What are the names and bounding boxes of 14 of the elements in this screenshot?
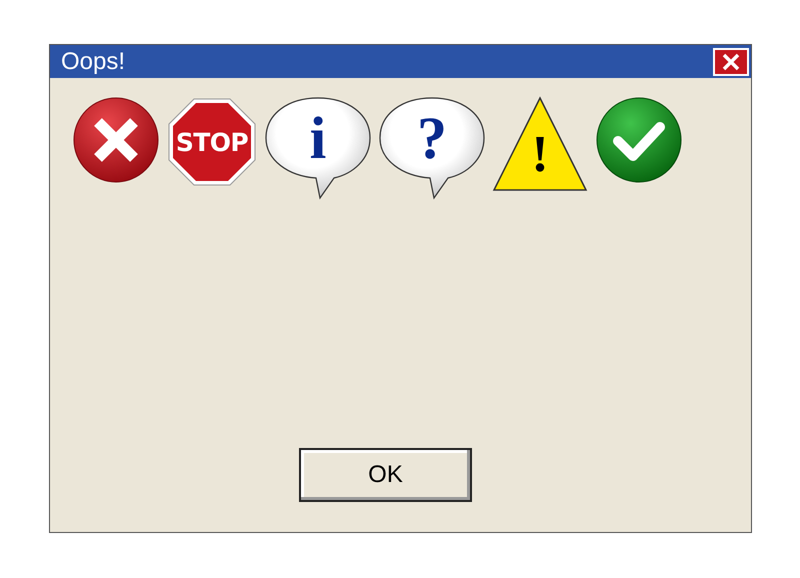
close-icon bbox=[721, 52, 741, 70]
checkmark-icon bbox=[596, 97, 682, 183]
error-icon bbox=[73, 97, 159, 183]
question-glyph: ? bbox=[417, 108, 447, 168]
ok-button[interactable]: OK bbox=[299, 448, 472, 502]
info-glyph: i bbox=[310, 108, 326, 168]
speech-bubble-icon bbox=[264, 96, 372, 200]
stop-sign-icon bbox=[167, 97, 257, 187]
close-button[interactable] bbox=[713, 48, 749, 76]
stop-label: STOP bbox=[176, 130, 248, 154]
warning-icon bbox=[492, 96, 588, 192]
speech-bubble-icon bbox=[378, 96, 486, 200]
warning-glyph: ! bbox=[531, 129, 549, 181]
window-title: Oops! bbox=[61, 50, 126, 74]
